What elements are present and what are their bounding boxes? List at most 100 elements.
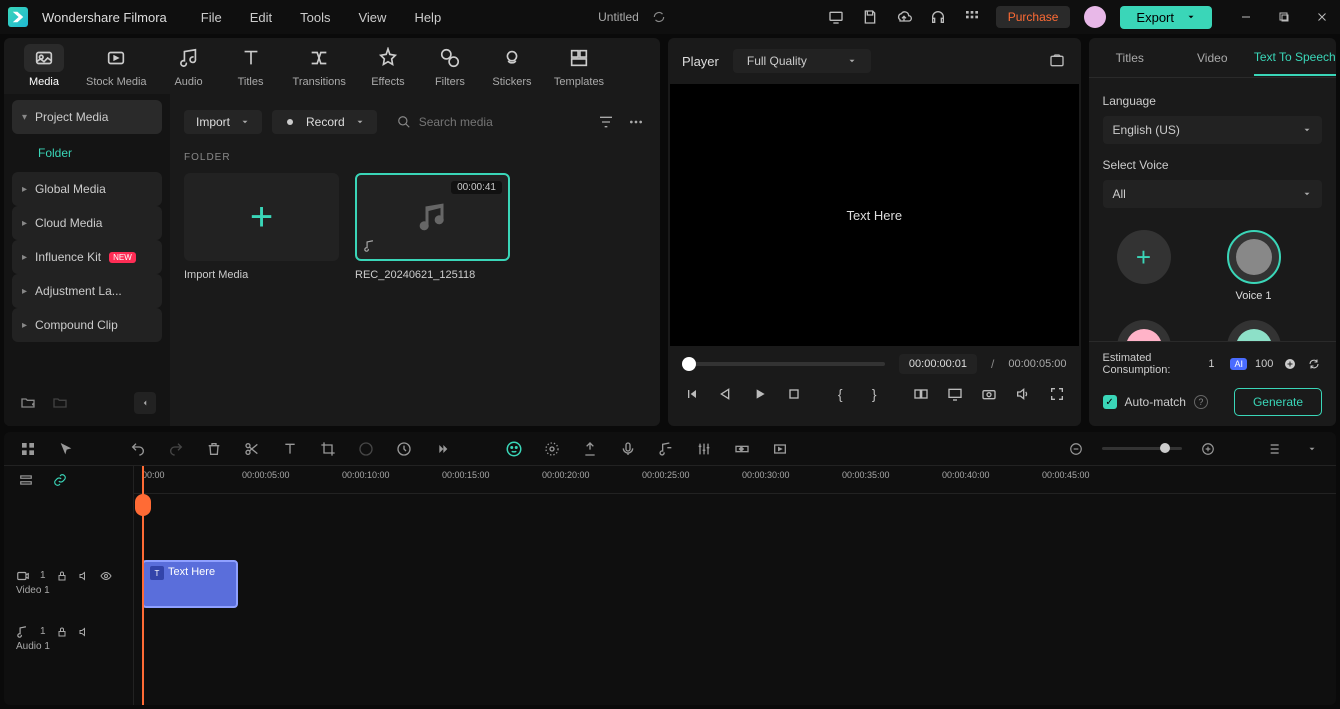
lock-icon[interactable] [56,570,68,582]
effects-icon[interactable] [542,439,562,459]
import-dropdown[interactable]: Import [184,110,262,134]
keyframe-icon[interactable] [732,439,752,459]
sidebar-project-media[interactable]: ▾Project Media [12,100,162,134]
track-area[interactable]: 00:0000:00:05:0000:00:10:0000:00:15:0000… [134,466,1336,705]
video-track-header[interactable]: 1 Video 1 [4,554,133,610]
menu-view[interactable]: View [358,10,386,25]
tab-video[interactable]: Video [1171,41,1254,75]
mute-icon[interactable] [78,570,90,582]
new-folder-icon[interactable] [18,393,38,413]
zoom-out-icon[interactable] [1066,439,1086,459]
sidebar-item-cloud-media[interactable]: ▸Cloud Media [12,206,162,240]
speed-icon[interactable] [394,439,414,459]
menu-tools[interactable]: Tools [300,10,330,25]
sidebar-item-adjustment-la---[interactable]: ▸Adjustment La... [12,274,162,308]
mute-icon[interactable] [78,626,90,638]
prev-frame-icon[interactable] [682,384,702,404]
preview-canvas[interactable]: Text Here [670,84,1079,346]
add-credits-icon[interactable] [1281,354,1297,374]
marker-icon[interactable] [580,439,600,459]
media-clip-tile[interactable]: 00:00:41 REC_20240621_125118 [355,173,510,281]
filter-icon[interactable] [596,112,616,132]
delete-icon[interactable] [204,439,224,459]
link-icon[interactable] [50,470,70,490]
mic-icon[interactable] [618,439,638,459]
tooltab-effects[interactable]: Effects [360,40,416,92]
sync-icon[interactable] [649,7,669,27]
search-media[interactable] [387,110,586,134]
chevron-down-icon[interactable] [1302,439,1322,459]
voice-option[interactable]: Voice 1 [1219,230,1289,302]
maximize-icon[interactable] [1274,7,1294,27]
language-select[interactable]: English (US) [1103,116,1323,144]
menu-help[interactable]: Help [414,10,441,25]
tooltab-stickers[interactable]: Stickers [484,40,540,92]
close-icon[interactable] [1312,7,1332,27]
expand-tools-icon[interactable] [432,439,452,459]
display-icon[interactable] [945,384,965,404]
export-button[interactable]: Export [1120,6,1212,29]
cloud-upload-icon[interactable] [894,7,914,27]
voice-option[interactable]: Jenny [1109,320,1179,341]
menu-edit[interactable]: Edit [250,10,272,25]
help-icon[interactable]: ? [1194,395,1208,409]
tooltab-audio[interactable]: Audio [161,40,217,92]
headphones-icon[interactable] [928,7,948,27]
tl-cursor-icon[interactable] [56,439,76,459]
mark-in-icon[interactable]: { [830,384,850,404]
crop-icon[interactable] [318,439,338,459]
menu-file[interactable]: File [201,10,222,25]
add-voice[interactable]: + [1109,230,1179,302]
fullscreen-icon[interactable] [1047,384,1067,404]
play-icon[interactable] [750,384,770,404]
tab-titles[interactable]: Titles [1089,41,1172,75]
text-icon[interactable] [280,439,300,459]
ruler[interactable]: 00:0000:00:05:0000:00:10:0000:00:15:0000… [134,466,1336,494]
sidebar-folder[interactable]: Folder [12,138,162,168]
zoom-slider[interactable] [1102,447,1182,450]
zoom-in-icon[interactable] [1198,439,1218,459]
mark-out-icon[interactable]: } [864,384,884,404]
tooltab-transitions[interactable]: Transitions [285,40,354,92]
render-icon[interactable] [770,439,790,459]
timeline-clip[interactable]: T Text Here [142,560,238,608]
mixer-icon[interactable] [694,439,714,459]
redo-icon[interactable] [166,439,186,459]
quality-dropdown[interactable]: Full Quality [733,49,871,73]
audio-track-header[interactable]: 1 Audio 1 [4,610,133,666]
purchase-button[interactable]: Purchase [996,6,1071,28]
tooltab-stock-media[interactable]: Stock Media [78,40,155,92]
tooltab-media[interactable]: Media [16,40,72,92]
split-icon[interactable] [242,439,262,459]
import-media-tile[interactable]: + Import Media [184,173,339,281]
compare-icon[interactable] [911,384,931,404]
save-icon[interactable] [860,7,880,27]
record-dropdown[interactable]: Record [272,110,377,134]
tl-grid-icon[interactable] [18,439,38,459]
voice-filter-select[interactable]: All [1103,180,1323,208]
tooltab-filters[interactable]: Filters [422,40,478,92]
device-icon[interactable] [826,7,846,27]
tooltab-titles[interactable]: Titles [223,40,279,92]
color-icon[interactable] [356,439,376,459]
lock-icon[interactable] [56,626,68,638]
user-avatar[interactable] [1084,6,1106,28]
snapshot-icon[interactable] [1047,51,1067,71]
automatch-checkbox[interactable]: ✓ [1103,395,1117,409]
search-input[interactable] [419,115,576,129]
sidebar-item-influence-kit[interactable]: ▸Influence KitNEW [12,240,162,274]
step-back-icon[interactable] [716,384,736,404]
undo-icon[interactable] [128,439,148,459]
sidebar-item-compound-clip[interactable]: ▸Compound Clip [12,308,162,342]
volume-icon[interactable] [1013,384,1033,404]
tab-text-to-speech[interactable]: Text To Speech [1254,40,1337,76]
voice-option[interactable]: Jason [1219,320,1289,341]
more-icon[interactable] [626,112,646,132]
playhead[interactable] [142,466,144,705]
collapse-sidebar-icon[interactable] [134,392,156,414]
seek-bar[interactable] [682,362,885,366]
folder-icon[interactable] [50,393,70,413]
ai-face-icon[interactable] [504,439,524,459]
tooltab-templates[interactable]: Templates [546,40,612,92]
camera-icon[interactable] [979,384,999,404]
